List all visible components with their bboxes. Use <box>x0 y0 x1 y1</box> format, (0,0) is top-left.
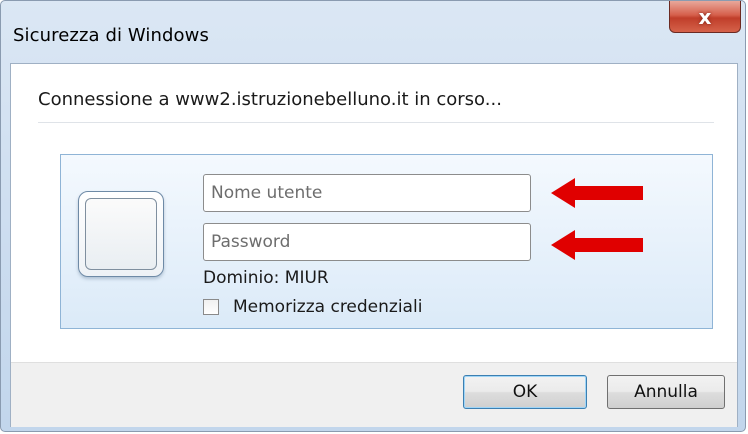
password-field[interactable] <box>203 223 531 261</box>
cancel-button[interactable]: Annulla <box>607 375 725 409</box>
ok-button[interactable]: OK <box>463 375 587 409</box>
close-button[interactable]: x <box>669 1 741 33</box>
red-arrow-icon <box>551 230 643 260</box>
connection-status-text: Connessione a www2.istruzionebelluno.it … <box>38 89 502 110</box>
red-arrow-icon <box>551 178 643 208</box>
security-dialog-window: Sicurezza di Windows x Connessione a www… <box>0 0 746 432</box>
title-bar[interactable]: Sicurezza di Windows x <box>1 1 745 63</box>
user-tile-inner <box>85 198 157 270</box>
arrow-shape-username <box>551 178 643 208</box>
window-title: Sicurezza di Windows <box>13 25 209 46</box>
close-icon: x <box>698 4 712 29</box>
dialog-content: Connessione a www2.istruzionebelluno.it … <box>10 63 738 427</box>
username-field[interactable] <box>203 174 531 212</box>
remember-checkbox[interactable] <box>203 299 219 315</box>
remember-credentials[interactable]: Memorizza credenziali <box>203 295 422 319</box>
remember-label[interactable]: Memorizza credenziali <box>233 297 422 317</box>
arrow-shape-password <box>551 230 643 260</box>
user-tile-icon <box>78 191 164 277</box>
domain-label: Dominio: MIUR <box>203 268 329 288</box>
button-bar: OK Annulla <box>11 362 737 427</box>
separator <box>38 122 714 123</box>
